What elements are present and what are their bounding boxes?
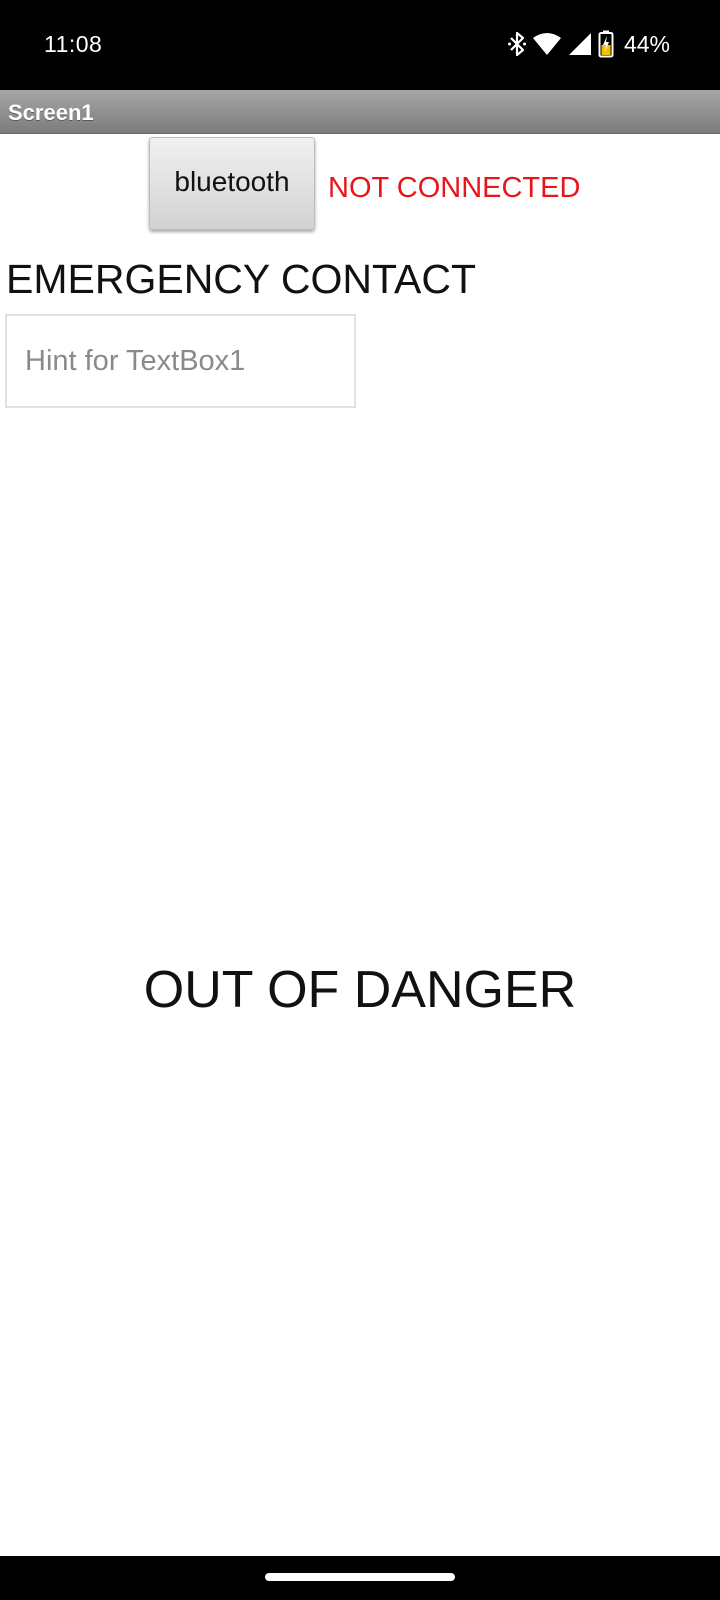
wifi-icon xyxy=(532,32,562,56)
status-time: 11:08 xyxy=(44,31,103,57)
status-bar: 11:08 44% xyxy=(0,0,720,90)
navigation-bar xyxy=(0,1556,720,1600)
home-gesture-handle[interactable] xyxy=(265,1573,455,1581)
battery-charging-icon xyxy=(598,30,614,58)
screen-title: Screen1 xyxy=(8,100,94,125)
emergency-contact-label: EMERGENCY CONTACT xyxy=(6,256,477,302)
battery-percent: 44% xyxy=(623,30,670,57)
danger-status-label: OUT OF DANGER xyxy=(143,961,577,1019)
connection-status-label: NOT CONNECTED xyxy=(328,172,581,204)
title-bar: Screen1 xyxy=(0,90,720,134)
bluetooth-button[interactable]: bluetooth xyxy=(149,137,315,230)
bluetooth-icon xyxy=(507,31,526,57)
cell-signal-icon xyxy=(568,32,592,56)
status-icons: 44% xyxy=(507,28,670,60)
emergency-contact-input[interactable] xyxy=(5,314,356,408)
